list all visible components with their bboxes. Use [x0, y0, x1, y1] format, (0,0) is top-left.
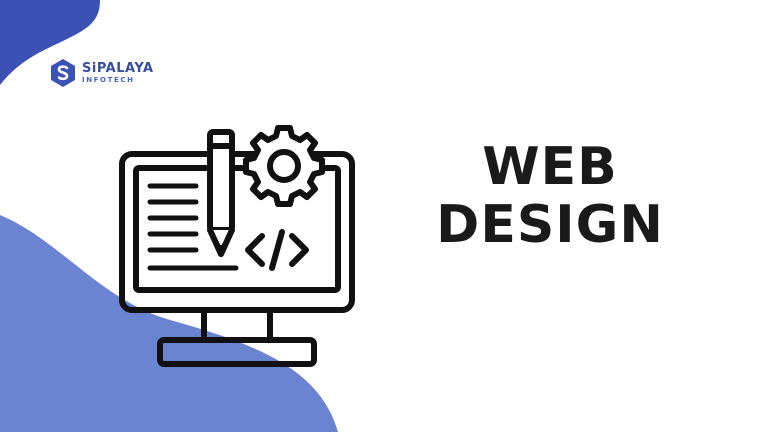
code-brackets-icon — [245, 229, 309, 271]
brand-tagline: INFOTECH — [82, 76, 135, 84]
logo-text: SiPALAYA INFOTECH — [82, 62, 154, 84]
pencil-icon — [207, 129, 235, 257]
headline-line-1: WEB — [482, 137, 618, 197]
monitor-icon — [119, 125, 355, 367]
brand-logo[interactable]: SiPALAYA INFOTECH — [50, 58, 154, 88]
headline-line-2: DESIGN — [436, 195, 664, 255]
gear-icon — [243, 125, 325, 207]
headline: WEB DESIGN — [430, 138, 670, 254]
brand-name: SiPALAYA — [82, 61, 154, 76]
logo-s-icon — [51, 59, 75, 87]
